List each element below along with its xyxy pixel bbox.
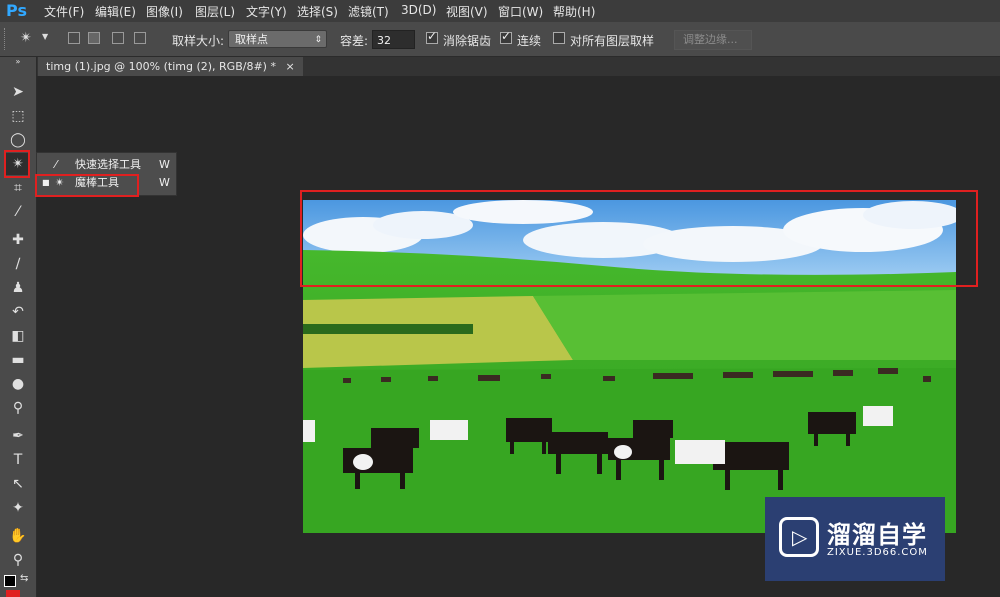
close-icon[interactable]: ×: [285, 60, 294, 73]
menu-file[interactable]: 文件(F): [44, 3, 84, 20]
watermark-subtitle: ZIXUE.3D66.COM: [827, 547, 928, 558]
flyout-item-shortcut: W: [159, 158, 170, 171]
magic-wand-preset-icon[interactable]: ✴: [16, 28, 36, 48]
document-tab-bar: timg (1).jpg @ 100% (timg (2), RGB/8#) *…: [0, 57, 1000, 76]
eraser-tool-icon[interactable]: ◧: [6, 325, 30, 347]
blur-tool-icon[interactable]: ●: [6, 373, 30, 395]
tolerance-label: 容差:: [340, 34, 369, 48]
swap-colors-icon[interactable]: ⇆: [20, 573, 28, 584]
marquee-tool-icon[interactable]: ⬚: [6, 105, 30, 127]
sample-size-select[interactable]: 取样点 ⇕: [228, 30, 327, 48]
menu-3d[interactable]: 3D(D): [401, 3, 436, 17]
menu-type[interactable]: 文字(Y): [246, 3, 287, 20]
brush-tool-icon[interactable]: ∕: [6, 253, 30, 275]
sample-size-value: 取样点: [235, 33, 268, 46]
watermark-badge: ▷ 溜溜自学 ZIXUE.3D66.COM: [765, 497, 945, 581]
watermark-title: 溜溜自学: [827, 521, 927, 549]
intersect-selection-icon[interactable]: [134, 32, 146, 44]
menu-bar: Ps 文件(F) 编辑(E) 图像(I) 图层(L) 文字(Y) 选择(S) 滤…: [0, 0, 1000, 22]
path-select-icon[interactable]: ↖: [6, 473, 30, 495]
options-grip[interactable]: [4, 28, 8, 50]
flyout-item-label: 快速选择工具: [75, 158, 141, 171]
preset-chevron-icon[interactable]: ▼: [42, 32, 48, 41]
gradient-tool-icon[interactable]: ▬: [6, 349, 30, 371]
hand-tool-icon[interactable]: ✋: [6, 525, 30, 547]
menu-window[interactable]: 窗口(W): [498, 3, 543, 20]
quick-selection-icon: ⁄: [55, 158, 57, 171]
document-tab[interactable]: timg (1).jpg @ 100% (timg (2), RGB/8#) *…: [38, 57, 303, 76]
all-layers-label: 对所有图层取样: [570, 34, 655, 48]
tools-panel: » ➤ ⬚ ◯ ✴ ⌗ ⁄ ✚ ∕ ♟ ↶ ◧ ▬ ● ⚲ ✒ T ↖ ✦ ✋ …: [0, 57, 37, 597]
new-selection-icon[interactable]: [68, 32, 80, 44]
clone-stamp-icon[interactable]: ♟: [6, 277, 30, 299]
menu-view[interactable]: 视图(V): [446, 3, 488, 20]
select-arrows-icon: ⇕: [314, 35, 322, 45]
foreground-color-swatch[interactable]: [6, 590, 20, 597]
contiguous-label: 连续: [517, 34, 542, 48]
collapse-icon[interactable]: »: [6, 57, 30, 67]
document-tab-title: timg (1).jpg @ 100% (timg (2), RGB/8#) *: [46, 60, 276, 73]
magic-wand-tool-highlight: [4, 150, 30, 178]
antialias-checkbox[interactable]: [426, 29, 438, 44]
tolerance-input[interactable]: 32: [372, 30, 415, 49]
contiguous-checkbox[interactable]: [500, 29, 512, 44]
flyout-item-shortcut: W: [159, 176, 170, 189]
lasso-tool-icon[interactable]: ◯: [6, 129, 30, 151]
history-brush-icon[interactable]: ↶: [6, 301, 30, 323]
refine-edge-button[interactable]: 调整边缘...: [674, 30, 752, 50]
menu-help[interactable]: 帮助(H): [553, 3, 595, 20]
menu-filter[interactable]: 滤镜(T): [348, 3, 389, 20]
photoshop-logo: Ps: [6, 1, 27, 20]
crop-tool-icon[interactable]: ⌗: [6, 177, 30, 199]
menu-edit[interactable]: 编辑(E): [95, 3, 136, 20]
sample-size-label: 取样大小:: [172, 34, 225, 48]
magic-wand-menu-highlight: [35, 174, 139, 197]
move-tool-icon[interactable]: ➤: [6, 81, 30, 103]
eyedropper-tool-icon[interactable]: ⁄: [6, 201, 30, 223]
zoom-tool-icon[interactable]: ⚲: [6, 549, 30, 571]
all-layers-checkbox[interactable]: [553, 32, 565, 44]
type-tool-icon[interactable]: T: [6, 449, 30, 471]
add-selection-icon[interactable]: [88, 32, 100, 44]
healing-brush-icon[interactable]: ✚: [6, 229, 30, 251]
menu-image[interactable]: 图像(I): [146, 3, 183, 20]
pen-tool-icon[interactable]: ✒: [6, 425, 30, 447]
default-colors-icon[interactable]: [4, 575, 16, 587]
subtract-selection-icon[interactable]: [112, 32, 124, 44]
menu-select[interactable]: 选择(S): [297, 3, 338, 20]
sky-region-highlight: [300, 190, 978, 287]
shape-tool-icon[interactable]: ✦: [6, 497, 30, 519]
options-bar: ✴ ▼ 取样大小: 取样点 ⇕ 容差: 32 消除锯齿 连续 对所有图层取样 调…: [0, 22, 1000, 57]
play-logo-icon: ▷: [779, 517, 819, 557]
flyout-item-quick-selection[interactable]: ⁄ 快速选择工具 W: [37, 155, 176, 174]
antialias-label: 消除锯齿: [443, 34, 492, 48]
menu-layer[interactable]: 图层(L): [195, 3, 235, 20]
dodge-tool-icon[interactable]: ⚲: [6, 397, 30, 419]
